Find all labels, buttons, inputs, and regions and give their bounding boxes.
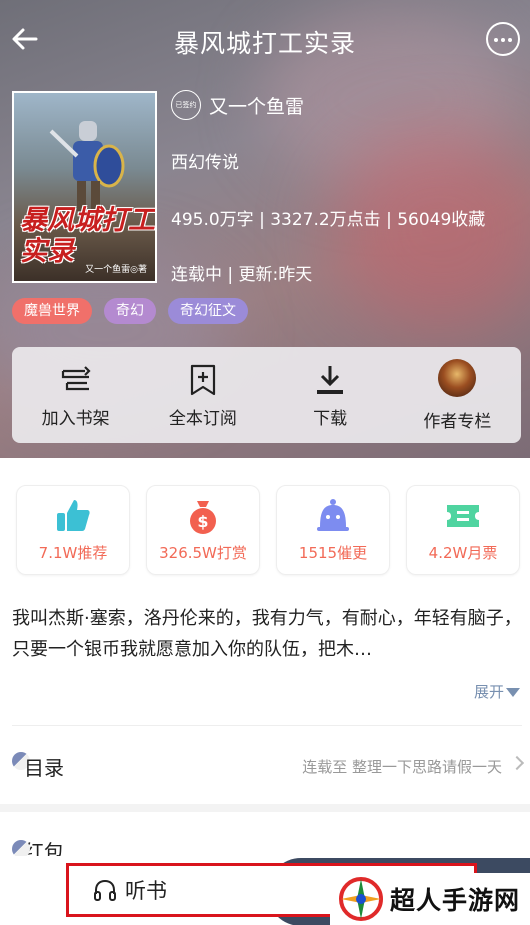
book-genre: 西幻传说: [171, 153, 239, 173]
toc-latest-chapter: 连载至 整理一下思路请假一天: [302, 758, 502, 776]
monthly-ticket-button[interactable]: 4.2W月票: [406, 485, 520, 575]
urge-update-button[interactable]: 1515催更: [276, 485, 390, 575]
divider: [12, 725, 522, 726]
author-column-label: 作者专栏: [423, 412, 492, 432]
recommend-count: 7.1W推荐: [38, 544, 108, 562]
monthly-ticket-count: 4.2W月票: [428, 544, 498, 562]
table-of-contents-row[interactable]: 目录 连载至 整理一下思路请假一天: [12, 748, 525, 786]
headphones-icon: [94, 879, 116, 901]
cover-author: 又一个鱼雷◎著: [85, 265, 147, 275]
tag-fantasy[interactable]: 奇幻: [104, 298, 156, 324]
author-row[interactable]: 已签约 又一个鱼雷: [171, 90, 304, 120]
subscribe-all-label: 全本订阅: [168, 409, 237, 429]
book-description: 我叫杰斯·塞索，洛丹伦来的，我有力气，有耐心，年轻有脑子，只要一个银币我就愿意加…: [12, 608, 522, 660]
thumbs-up-icon: [57, 500, 90, 531]
recommend-button[interactable]: 7.1W推荐: [16, 485, 130, 575]
urge-update-count: 1515催更: [298, 544, 368, 562]
expand-triangle-icon: [506, 688, 520, 697]
chevron-right-icon: [509, 755, 525, 771]
author-column-button[interactable]: 作者专栏: [394, 347, 521, 443]
listen-book-label: 听书: [125, 879, 167, 903]
more-options-button[interactable]: [486, 22, 520, 56]
brand-logo-icon: [339, 877, 383, 921]
watermark-brand: 超人手游网: [330, 873, 530, 925]
stats-row: 7.1W推荐 $ 326.5W打赏 1515催更 4.2W月票: [16, 485, 520, 575]
bookshelf-add-icon: [61, 366, 91, 391]
author-name[interactable]: 又一个鱼雷: [209, 92, 304, 119]
book-cover[interactable]: 暴风城打工实录 又一个鱼雷◎著: [12, 91, 157, 283]
download-label: 下载: [313, 409, 348, 429]
subscribe-icon: [190, 364, 215, 396]
add-to-shelf-button[interactable]: 加入书架: [12, 347, 139, 443]
add-to-shelf-label: 加入书架: [41, 409, 110, 429]
author-avatar: [438, 359, 477, 397]
brand-name: 超人手游网: [390, 886, 521, 915]
section-separator: [0, 804, 530, 812]
action-panel: 加入书架 全本订阅 下载 作者专栏: [12, 347, 521, 443]
tag-warcraft[interactable]: 魔兽世界: [12, 298, 92, 324]
signed-badge-icon: 已签约: [171, 90, 201, 120]
expand-label: 展开: [473, 683, 504, 701]
subscribe-all-button[interactable]: 全本订阅: [139, 347, 266, 443]
bell-icon: [317, 499, 349, 531]
expand-button[interactable]: 展开: [474, 681, 520, 702]
reward-count: 326.5W打赏: [159, 544, 247, 562]
book-stats-line: 495.0万字 | 3327.2万点击 | 56049收藏: [171, 210, 486, 230]
tag-fantasy-contest[interactable]: 奇幻征文: [168, 298, 248, 324]
svg-text:$: $: [197, 512, 208, 531]
download-icon: [317, 366, 344, 394]
ticket-icon: [447, 505, 479, 527]
money-bag-icon: $: [190, 501, 216, 534]
reward-button[interactable]: $ 326.5W打赏: [146, 485, 260, 575]
book-status-line: 连载中 | 更新:昨天: [171, 265, 313, 285]
cover-title: 暴风城打工实录: [20, 205, 155, 267]
tag-list: 魔兽世界 奇幻 奇幻征文: [12, 298, 248, 324]
page-title: 暴风城打工实录: [173, 29, 356, 58]
download-button[interactable]: 下载: [267, 347, 394, 443]
top-bar: 暴风城打工实录: [0, 14, 530, 66]
toc-title: 目录: [24, 756, 64, 780]
